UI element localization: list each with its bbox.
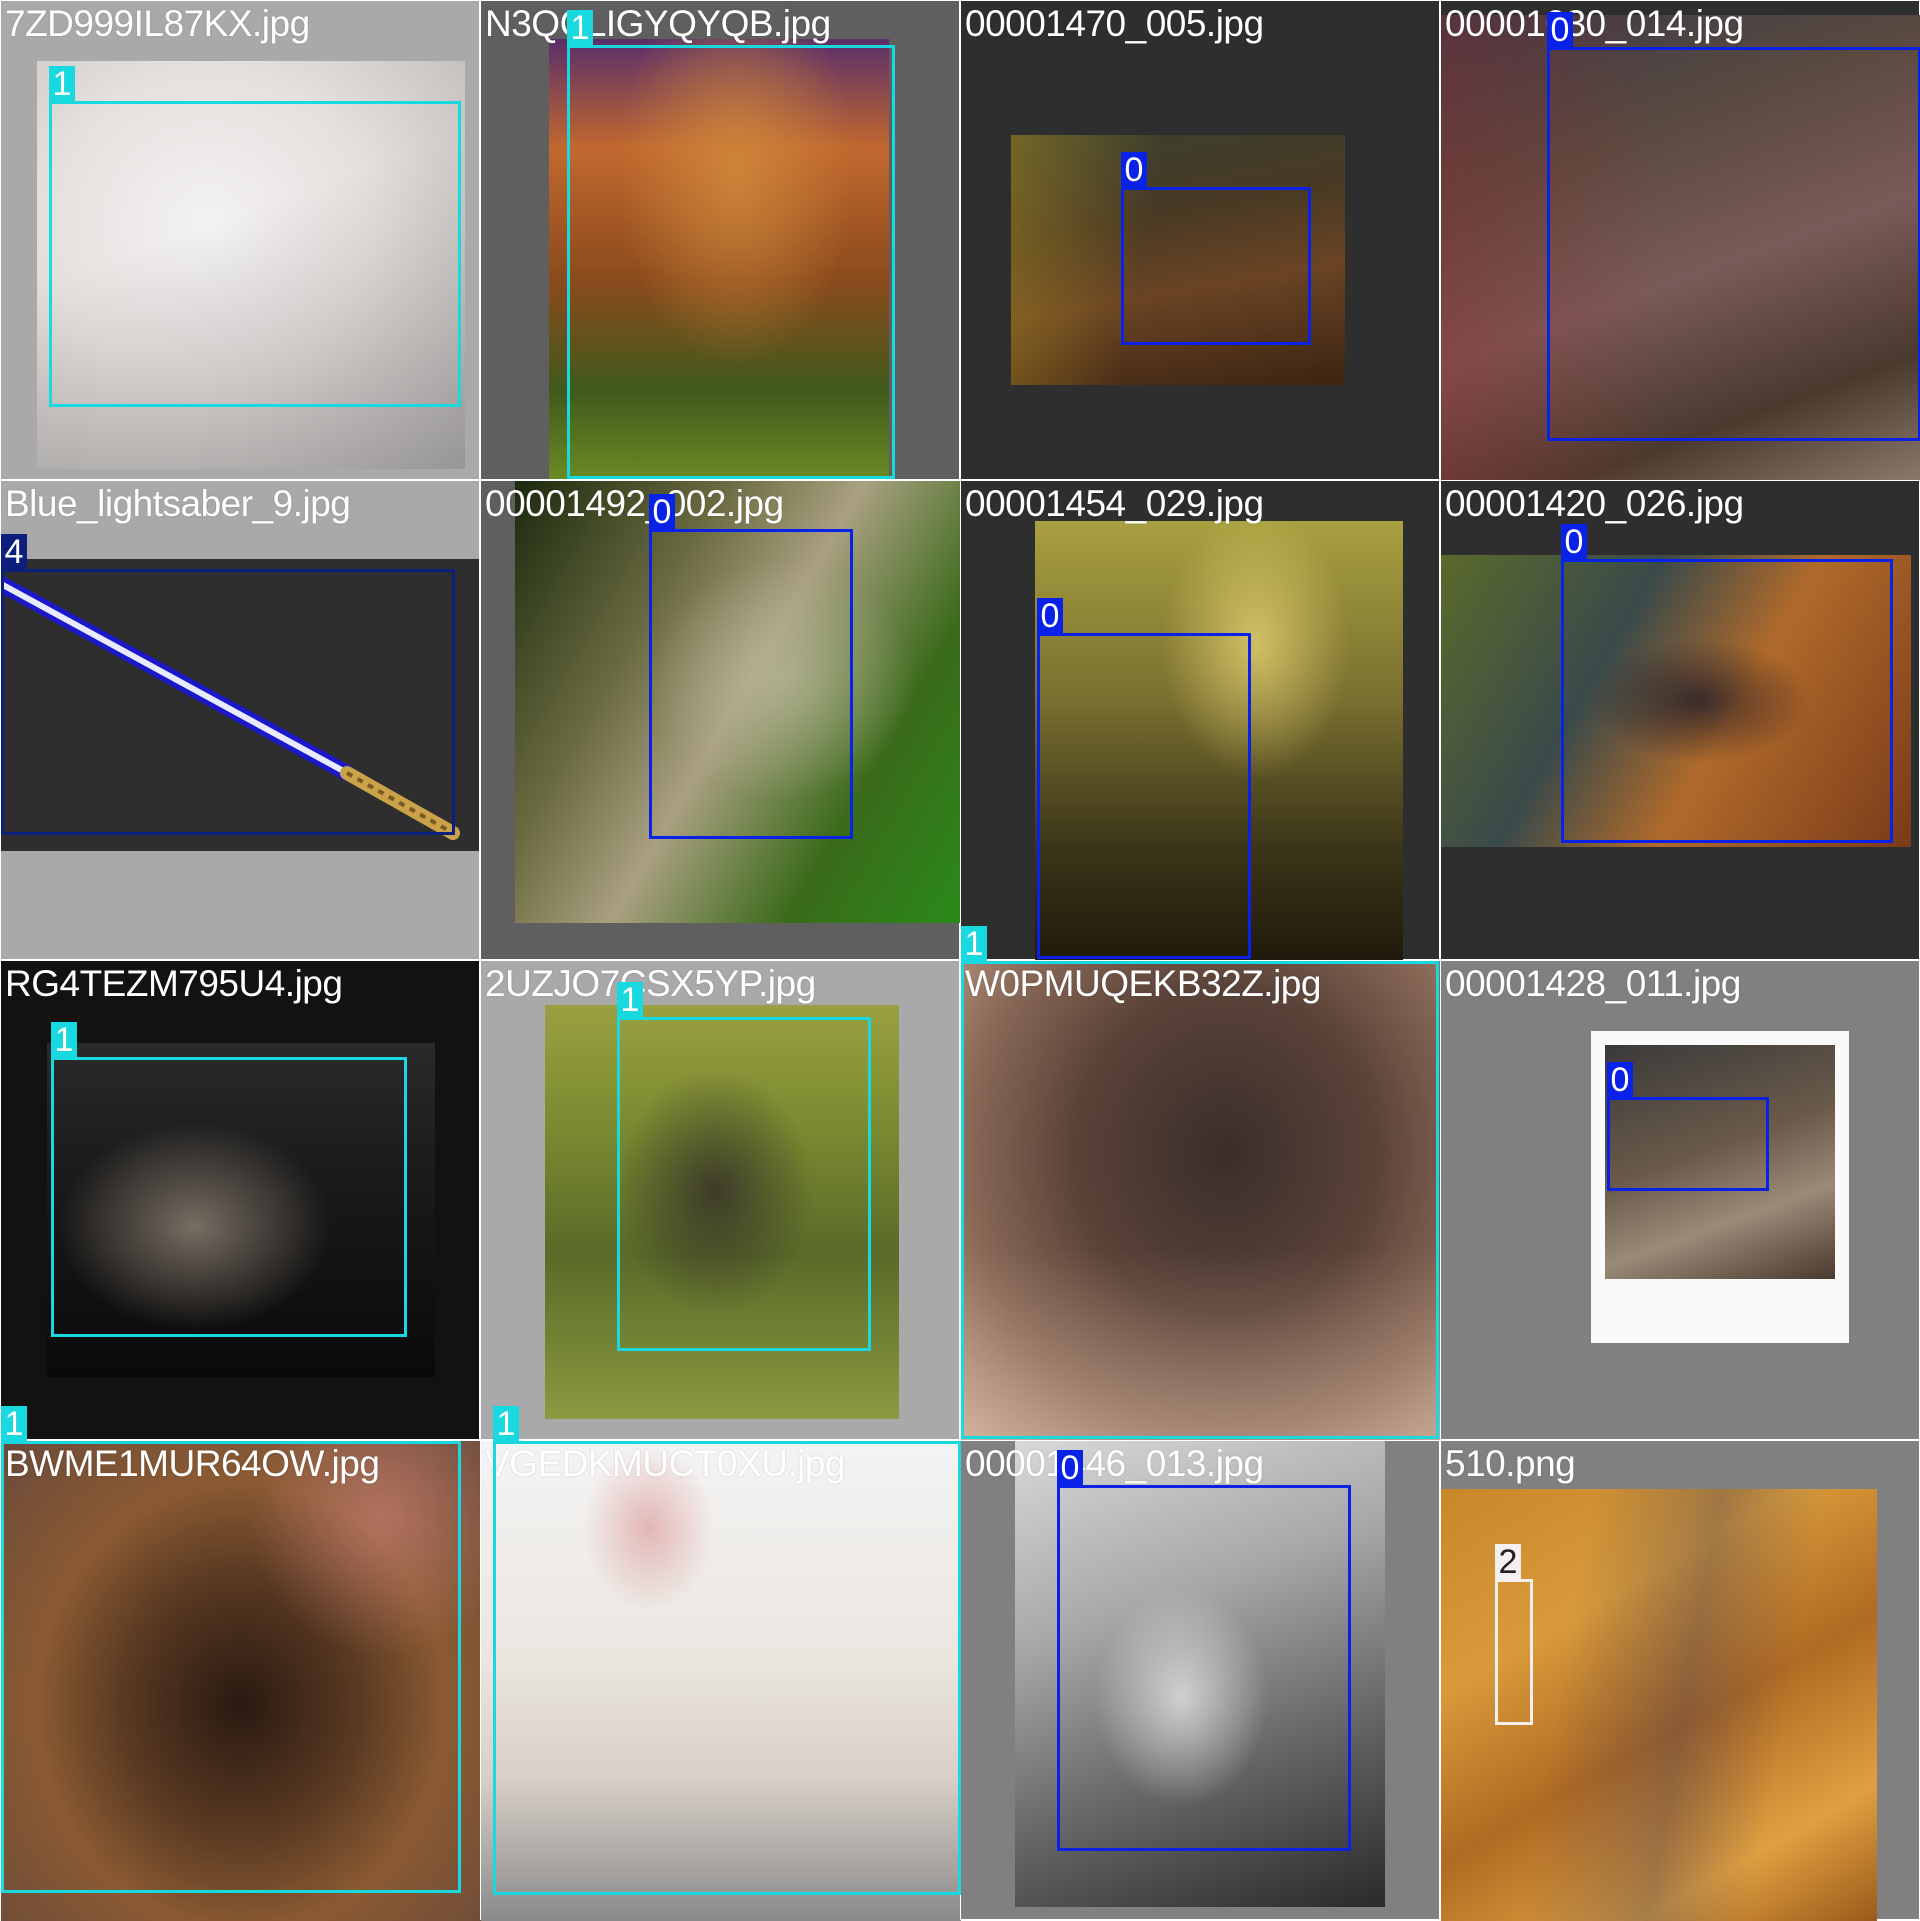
class-id-label: 2 [1495,1544,1521,1580]
mosaic-tile: 00001454_029.jpg 0 [960,480,1440,961]
cat-bounding-box: 0 [649,494,853,839]
filename-label: 00001446_013.jpg [965,1443,1264,1484]
class-id-label: 0 [1607,1062,1633,1098]
class-id-label: 1 [567,10,593,46]
cat-bounding-box: 0 [1037,598,1251,959]
mosaic-tile: 00001428_011.jpg 0 [1440,960,1920,1440]
filename-label: 00001420_026.jpg [1445,483,1744,524]
dog-bounding-box: 1 [49,66,461,407]
mosaic-tile: 00001446_013.jpg 0 [960,1440,1440,1920]
mosaic-tile: 00001492_002.jpg 0 [480,480,961,960]
filename-label: RG4TEZM795U4.jpg [5,963,343,1004]
cat-bounding-box: 0 [1607,1062,1769,1191]
dog-bounding-box: 1 [51,1022,407,1337]
dog-bounding-box: 1 [617,982,871,1351]
mosaic-tile: N3QCLIGYQYQB.jpg 1 [480,0,960,480]
class-id-label: 1 [51,1022,77,1058]
mosaic-tile: 00001030_014.jpg 0 [1440,0,1920,481]
filename-label: 2UZJO7CSX5YP.jpg [485,963,816,1004]
class-id-label: 1 [617,982,643,1018]
class-id-label: 4 [1,534,27,570]
dog-bounding-box: 1 [1,1406,461,1893]
mosaic-tile: 00001470_005.jpg 0 [960,0,1440,480]
cat-bounding-box: 0 [1547,12,1920,441]
class-id-label: 0 [1037,598,1063,634]
dog-bounding-box: 1 [567,10,895,479]
mosaic-tile: 510.png 2 [1440,1440,1920,1921]
mosaic-tile: 00001420_026.jpg 0 [1440,480,1920,960]
class-id-label: 1 [961,926,987,962]
class-id-label: 0 [649,494,675,530]
dog-bounding-box: 1 [493,1406,961,1895]
filename-label: 00001470_005.jpg [965,3,1264,44]
filename-label: 00001454_029.jpg [965,483,1264,524]
lightsaber-bounding-box: 4 [1,534,455,835]
filename-label: 00001428_011.jpg [1445,963,1741,1004]
person-bounding-box: 2 [1495,1544,1533,1725]
filename-label: Blue_lightsaber_9.jpg [5,483,351,524]
filename-label: 00001492_002.jpg [485,483,784,524]
dog-bounding-box: 1 [961,926,1439,1439]
mosaic-grid: 7ZD999IL87KX.jpg 1 N3QCLIGYQYQB.jpg 1 00… [0,0,1920,1921]
class-id-label: 1 [493,1406,519,1442]
filename-label: N3QCLIGYQYQB.jpg [485,3,831,44]
class-id-label: 0 [1547,12,1573,48]
class-id-label: 0 [1561,524,1587,560]
cat-bounding-box: 0 [1057,1450,1351,1851]
class-id-label: 0 [1121,152,1147,188]
mosaic-tile: RG4TEZM795U4.jpg 1 [0,960,480,1440]
mosaic-tile: W0PMUQEKB32Z.jpg 1 [960,926,1441,1441]
mosaic-tile: 2UZJO7CSX5YP.jpg 1 [480,960,960,1440]
cat-bounding-box: 0 [1121,152,1311,345]
cat-bounding-box: 0 [1561,524,1893,843]
filename-label: 00001030_014.jpg [1445,3,1744,44]
filename-label: 7ZD999IL87KX.jpg [5,3,310,44]
filename-label: 510.png [1445,1443,1576,1484]
mosaic-tile: Blue_lightsaber_9.jpg 4 [0,480,480,960]
mosaic-tile: 7ZD999IL87KX.jpg 1 [0,0,480,480]
mosaic-tile: VGEDKMUCT0XU.jpg 1 [480,1406,961,1921]
mosaic-tile: BWME1MUR64OW.jpg 1 [0,1406,481,1921]
class-id-label: 0 [1057,1450,1083,1486]
class-id-label: 1 [1,1406,27,1442]
class-id-label: 1 [49,66,75,102]
